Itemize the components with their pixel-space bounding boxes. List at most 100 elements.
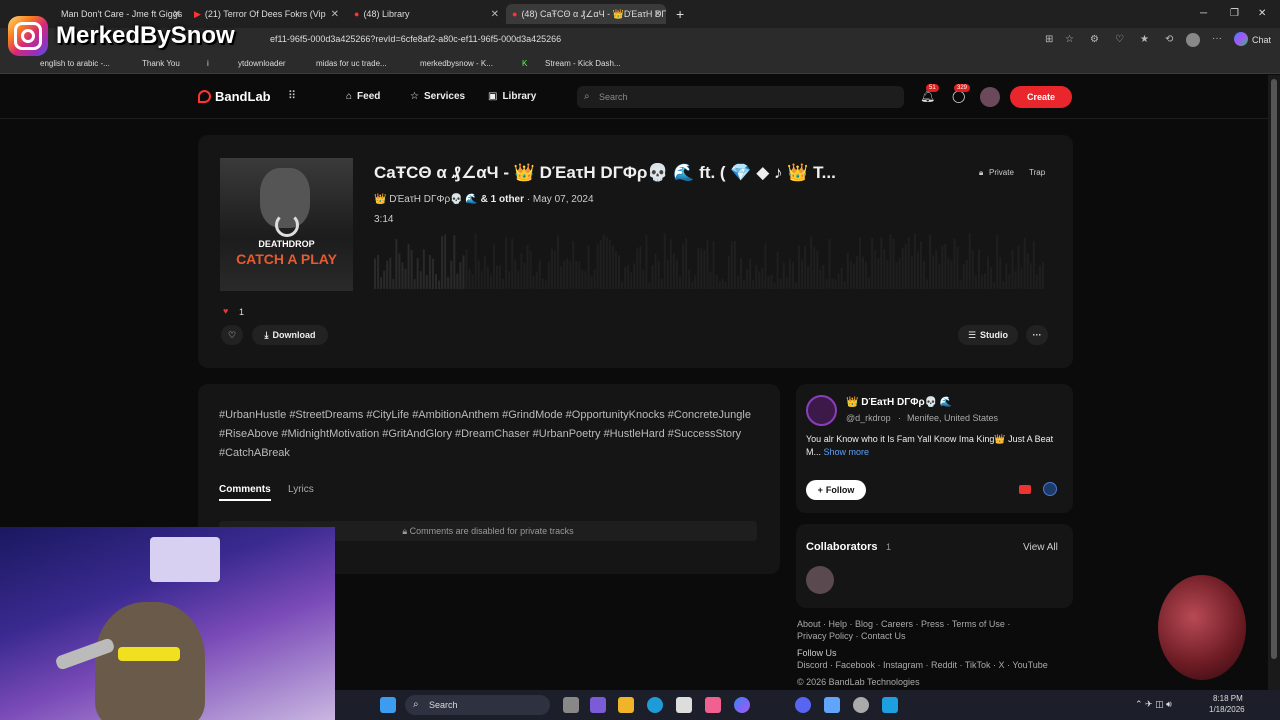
- history-icon[interactable]: ⟲: [1165, 34, 1173, 45]
- nav-library[interactable]: ▣ Library: [488, 91, 536, 102]
- teams-icon[interactable]: [590, 697, 606, 713]
- show-more-link[interactable]: Show more: [824, 447, 870, 457]
- waveform-bar: [788, 259, 791, 289]
- profile-avatar[interactable]: [806, 395, 837, 426]
- waveform-bar: [770, 274, 773, 289]
- waveform-bar: [852, 264, 855, 289]
- browser-tab-active[interactable]: ● (48) CaŦCΘ α ₰∠αЧ - 👑DΈaτH DΓΦρ ✕: [506, 4, 666, 24]
- split-screen-icon[interactable]: ⊞: [1045, 34, 1053, 45]
- chat-button[interactable]: Chat: [1252, 35, 1271, 45]
- waveform-bar: [990, 267, 993, 289]
- task-view-icon[interactable]: [563, 697, 579, 713]
- bandlab-logo[interactable]: BandLab: [198, 89, 271, 104]
- profile-card: 👑 DΈaτH DΓΦρ💀 🌊 @d_rkdrop · Menifee, Uni…: [796, 384, 1073, 513]
- kick-icon[interactable]: K: [522, 59, 527, 68]
- url-field[interactable]: ef11-96f5-000d3a425266?revId=6cfe8af2-a8…: [270, 34, 561, 44]
- hashtags[interactable]: #UrbanHustle #StreetDreams #CityLife #Am…: [219, 406, 759, 463]
- bookmark[interactable]: midas for uc trade...: [316, 59, 387, 68]
- waveform-bar: [419, 271, 422, 289]
- waveform-bar: [621, 281, 624, 289]
- bookmark[interactable]: merkedbysnow - K...: [420, 59, 493, 68]
- scrollbar[interactable]: [1268, 75, 1280, 690]
- youtube-icon[interactable]: [1019, 485, 1031, 494]
- nav-feed[interactable]: ⌂ Feed: [346, 91, 380, 102]
- copilot-icon[interactable]: [1234, 32, 1248, 46]
- settings-icon[interactable]: [853, 697, 869, 713]
- store-icon[interactable]: [676, 697, 692, 713]
- edge-icon[interactable]: [647, 697, 663, 713]
- file-explorer-icon[interactable]: [618, 697, 634, 713]
- clock-date[interactable]: 1/18/2026: [1209, 705, 1245, 714]
- profile-name[interactable]: 👑 DΈaτH DΓΦρ💀 🌊: [846, 397, 952, 408]
- waveform-bar: [980, 274, 983, 289]
- menu-icon[interactable]: ···: [1212, 33, 1222, 44]
- view-all-link[interactable]: View All: [1023, 542, 1058, 553]
- follow-button[interactable]: + Follow: [806, 480, 866, 500]
- new-tab-button[interactable]: +: [670, 4, 690, 24]
- home-icon: ⌂: [346, 91, 353, 102]
- social-links[interactable]: Discord · Facebook · Instagram · Reddit …: [797, 659, 1087, 671]
- favorite-icon[interactable]: ☆: [1065, 34, 1074, 45]
- copilot-icon[interactable]: [734, 697, 750, 713]
- system-tray-icons[interactable]: ⌃ ✈ ◫ 🔊︎: [1135, 699, 1172, 710]
- waveform-bar: [480, 271, 483, 289]
- lock-icon: 🔒︎: [402, 526, 410, 536]
- tab-comments[interactable]: Comments: [219, 484, 271, 501]
- others-link[interactable]: & 1 other: [481, 194, 524, 205]
- bookmark[interactable]: Stream - Kick Dash...: [545, 59, 621, 68]
- footer: About · Help · Blog · Careers · Press · …: [797, 618, 1087, 688]
- app-icon[interactable]: [705, 697, 721, 713]
- waveform-bar: [1035, 274, 1038, 289]
- start-icon[interactable]: [380, 697, 396, 713]
- like-button[interactable]: ♡: [221, 325, 243, 345]
- close-icon[interactable]: ✕: [491, 9, 499, 20]
- waveform-bar: [935, 250, 938, 289]
- favorites-icon[interactable]: ★: [1140, 34, 1149, 45]
- close-window-icon[interactable]: ✕: [1258, 8, 1266, 19]
- footer-links[interactable]: About · Help · Blog · Careers · Press · …: [797, 618, 1087, 630]
- track-duration: 3:14: [374, 214, 394, 225]
- close-icon[interactable]: ✕: [331, 9, 339, 20]
- clock-time[interactable]: 8:18 PM: [1213, 694, 1243, 703]
- waveform-bar: [374, 258, 376, 289]
- waveform-bar: [837, 273, 840, 289]
- profile-icon[interactable]: [1186, 33, 1200, 47]
- album-cover[interactable]: DEATHDROP CATCH A PLAY: [220, 158, 353, 291]
- apps-grid-icon[interactable]: ⠿: [288, 89, 296, 102]
- waveform-bar: [618, 255, 620, 289]
- collaborator-avatar[interactable]: [806, 566, 834, 594]
- notepad-icon[interactable]: [824, 697, 840, 713]
- scroll-thumb[interactable]: [1271, 79, 1277, 659]
- close-icon[interactable]: ✕: [654, 9, 662, 20]
- waveform-bar: [462, 255, 465, 289]
- genre-badge[interactable]: Trap: [1029, 168, 1045, 177]
- waveform-bar: [685, 238, 688, 289]
- artist-link[interactable]: 👑 DΈaτH DΓΦρ💀 🌊: [374, 194, 478, 205]
- browser-essentials-icon[interactable]: ♡: [1115, 34, 1124, 45]
- nav-services[interactable]: ☆ Services: [410, 91, 465, 102]
- waveform[interactable]: [374, 231, 1044, 289]
- waveform-bar: [944, 243, 947, 289]
- search-input[interactable]: ⌕ Search: [577, 86, 904, 108]
- studio-button[interactable]: ☰ Studio: [958, 325, 1018, 345]
- maximize-icon[interactable]: ❐: [1230, 8, 1239, 19]
- waveform-bar: [968, 233, 971, 289]
- app-icon[interactable]: [882, 697, 898, 713]
- discord-icon[interactable]: [795, 697, 811, 713]
- waveform-bar: [682, 243, 685, 289]
- globe-icon[interactable]: [1043, 482, 1057, 496]
- messages-badge: 329: [954, 84, 971, 92]
- waveform-bar: [709, 271, 712, 289]
- footer-links[interactable]: Privacy Policy · Contact Us: [797, 630, 1087, 642]
- browser-tab[interactable]: ● (48) Library ✕: [348, 4, 503, 24]
- tab-lyrics[interactable]: Lyrics: [288, 484, 314, 495]
- download-button[interactable]: ⤓ Download: [252, 325, 328, 345]
- privacy-badge: Private: [989, 168, 1014, 177]
- taskbar-search[interactable]: ⌕ Search: [405, 695, 550, 715]
- extensions-icon[interactable]: ⚙: [1090, 34, 1099, 45]
- minimize-icon[interactable]: ─: [1200, 8, 1207, 19]
- create-button[interactable]: Create: [1010, 86, 1072, 108]
- more-options-button[interactable]: ···: [1026, 325, 1048, 345]
- waveform-bar: [587, 245, 590, 289]
- avatar[interactable]: [980, 87, 1000, 107]
